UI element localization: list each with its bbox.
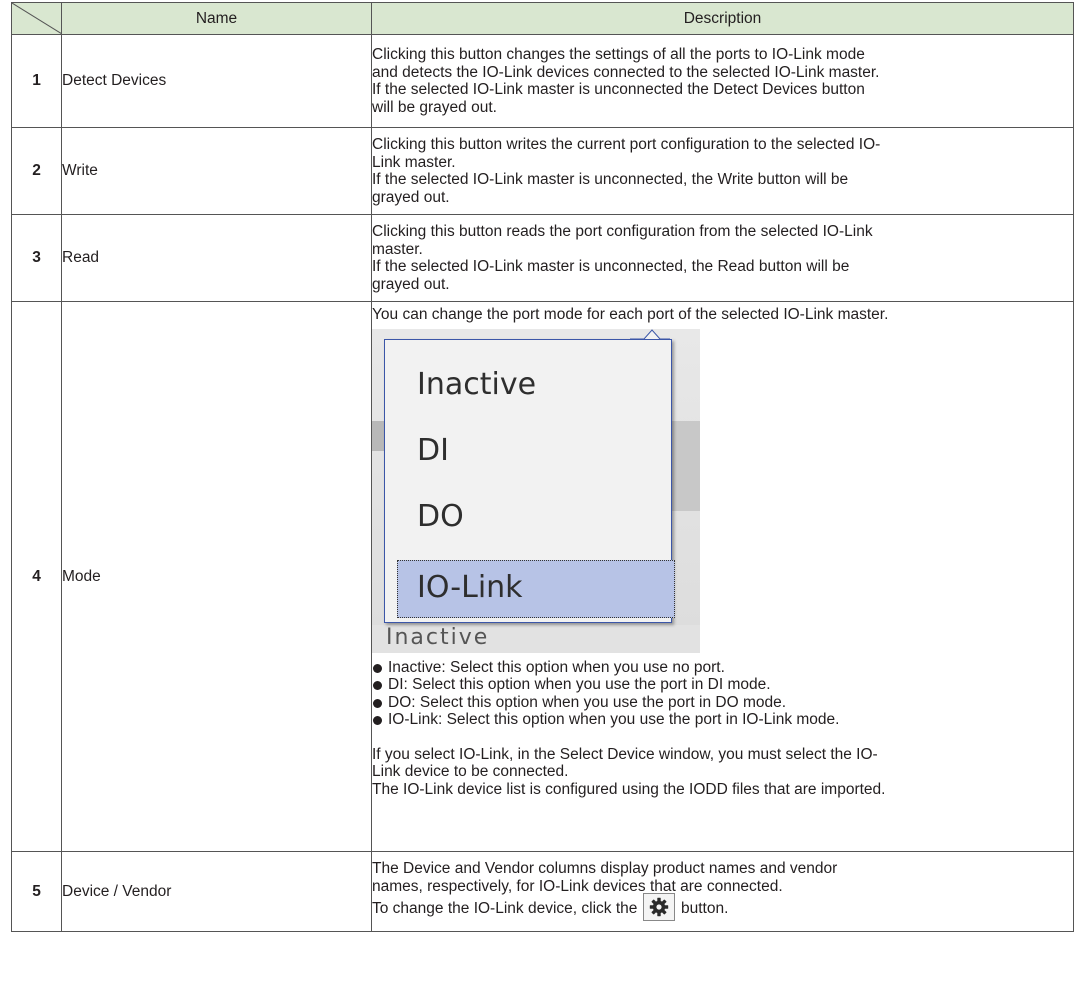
- change-device-text: To change the IO-Link device, click the: [372, 900, 638, 918]
- underlying-row-text: Inactive: [386, 624, 490, 650]
- row-name: Detect Devices: [61, 34, 372, 128]
- list-item: Inactive: Select this option when you us…: [372, 659, 1073, 677]
- background-strip: [372, 420, 384, 451]
- header-row: Name Description: [11, 2, 1074, 35]
- bullet-icon: [373, 716, 382, 725]
- settings-button[interactable]: [642, 893, 675, 921]
- row-name: Write: [61, 127, 372, 215]
- bullet-icon: [373, 663, 382, 673]
- description-line: Clicking this button reads the port conf…: [372, 223, 873, 240]
- description-line: and detects the IO-Link devices connecte…: [372, 63, 880, 81]
- row-number: 3: [11, 214, 62, 302]
- mode-intro: You can change the port mode for each po…: [372, 306, 889, 323]
- row-description: The Device and Vendor columns display pr…: [371, 851, 1074, 932]
- list-item-text: Inactive: Select this option when you us…: [388, 658, 725, 676]
- mode-dropdown-menu: Inactive DI DO IO-Link: [384, 338, 675, 623]
- row-description: Clicking this button changes the setting…: [371, 34, 1074, 128]
- option-io-link[interactable]: IO-Link: [417, 570, 523, 605]
- table-row: 5 Device / Vendor The Device and Vendor …: [11, 851, 1074, 932]
- list-item-text: DI: Select this option when you use the …: [388, 676, 771, 693]
- table-row: 1 Detect Devices Clicking this button ch…: [11, 34, 1074, 128]
- mode-options-list: Inactive: Select this option when you us…: [372, 659, 1073, 729]
- option-inactive[interactable]: Inactive: [417, 367, 536, 402]
- list-item: IO-Link: Select this option when you use…: [372, 711, 1073, 729]
- header-name: Name: [61, 2, 372, 35]
- mode-dropdown-screenshot: Inactive Inactive DI DO IO-Link: [372, 328, 700, 653]
- row-description: Clicking this button writes the current …: [371, 127, 1074, 215]
- description-line: If the selected IO-Link master is unconn…: [372, 171, 849, 188]
- row-number: 4: [11, 301, 62, 852]
- row-name: Device / Vendor: [61, 851, 372, 932]
- note-line: If you select IO-Link, in the Select Dev…: [372, 745, 878, 763]
- table-row: 4 Mode You can change the port mode for …: [11, 301, 1074, 852]
- row-name: Mode: [61, 301, 372, 852]
- list-item-text: DO: Select this option when you use the …: [388, 693, 787, 711]
- description-line: Link master.: [372, 153, 456, 171]
- bullet-icon: [373, 681, 382, 690]
- gear-icon: [649, 897, 668, 917]
- background-strip: [672, 420, 700, 511]
- description-line: Clicking this button writes the current …: [372, 136, 881, 153]
- diagonal-line: [12, 3, 62, 34]
- bullet-icon: [373, 698, 382, 708]
- spec-table: Name Description 1 Detect Devices Clicki…: [11, 2, 1074, 932]
- description-line: If the selected IO-Link master is unconn…: [372, 258, 850, 275]
- table-row: 2 Write Clicking this button writes the …: [11, 127, 1074, 215]
- description-line: Clicking this button changes the setting…: [372, 46, 865, 63]
- list-item: DO: Select this option when you use the …: [372, 694, 1073, 712]
- description-line: will be grayed out.: [372, 98, 497, 116]
- description-line: master.: [372, 240, 423, 258]
- row-description: Clicking this button reads the port conf…: [371, 214, 1074, 302]
- list-item-text: IO-Link: Select this option when you use…: [388, 711, 840, 728]
- list-item: DI: Select this option when you use the …: [372, 676, 1073, 694]
- row-number: 5: [11, 851, 62, 932]
- note-line: The IO-Link device list is configured us…: [372, 780, 886, 798]
- header-description: Description: [371, 2, 1074, 35]
- change-device-line: To change the IO-Link device, click the: [372, 893, 1073, 923]
- option-di[interactable]: DI: [417, 433, 449, 468]
- description-line: names, respectively, for IO-Link devices…: [372, 877, 783, 895]
- description-line: The Device and Vendor columns display pr…: [372, 860, 838, 877]
- corner-cell: [11, 2, 62, 35]
- row-number: 1: [11, 34, 62, 128]
- change-device-text-end: button.: [681, 900, 729, 918]
- description-line: If the selected IO-Link master is unconn…: [372, 81, 865, 98]
- row-description: You can change the port mode for each po…: [371, 301, 1074, 852]
- dropdown-notch: [630, 328, 670, 339]
- table-row: 3 Read Clicking this button reads the po…: [11, 214, 1074, 302]
- option-do[interactable]: DO: [417, 499, 464, 534]
- row-number: 2: [11, 127, 62, 215]
- row-name: Read: [61, 214, 372, 302]
- note-line: Link device to be connected.: [372, 763, 569, 780]
- description-line: grayed out.: [372, 188, 450, 206]
- description-line: grayed out.: [372, 275, 450, 293]
